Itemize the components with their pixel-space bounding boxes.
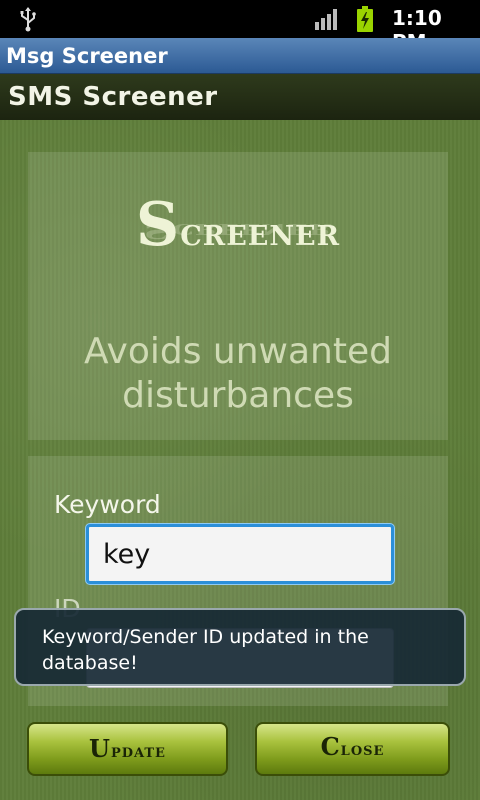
window-title: Msg Screener xyxy=(0,38,480,74)
signal-icon xyxy=(315,9,337,30)
tagline: Avoids unwanted disturbances xyxy=(28,330,448,418)
usb-icon xyxy=(20,7,36,32)
update-button[interactable]: Update xyxy=(27,722,228,776)
promo-panel: Screener Screener Avoids unwanted distur… xyxy=(28,152,448,440)
keyword-input[interactable]: key xyxy=(86,524,394,584)
close-button[interactable]: Close xyxy=(255,722,450,776)
keyword-label: Keyword xyxy=(54,490,161,519)
main-content: Screener Screener Avoids unwanted distur… xyxy=(0,120,480,800)
battery-charging-icon xyxy=(357,6,373,32)
toast-message: Keyword/Sender ID updated in the databas… xyxy=(14,608,466,686)
tagline-line-2: disturbances xyxy=(122,375,354,416)
tagline-line-1: Avoids unwanted xyxy=(84,331,392,372)
status-bar: 1:10 PM xyxy=(0,0,480,54)
logo-reflection: Screener xyxy=(143,222,333,244)
app-header-title: SMS Screener xyxy=(0,74,480,120)
